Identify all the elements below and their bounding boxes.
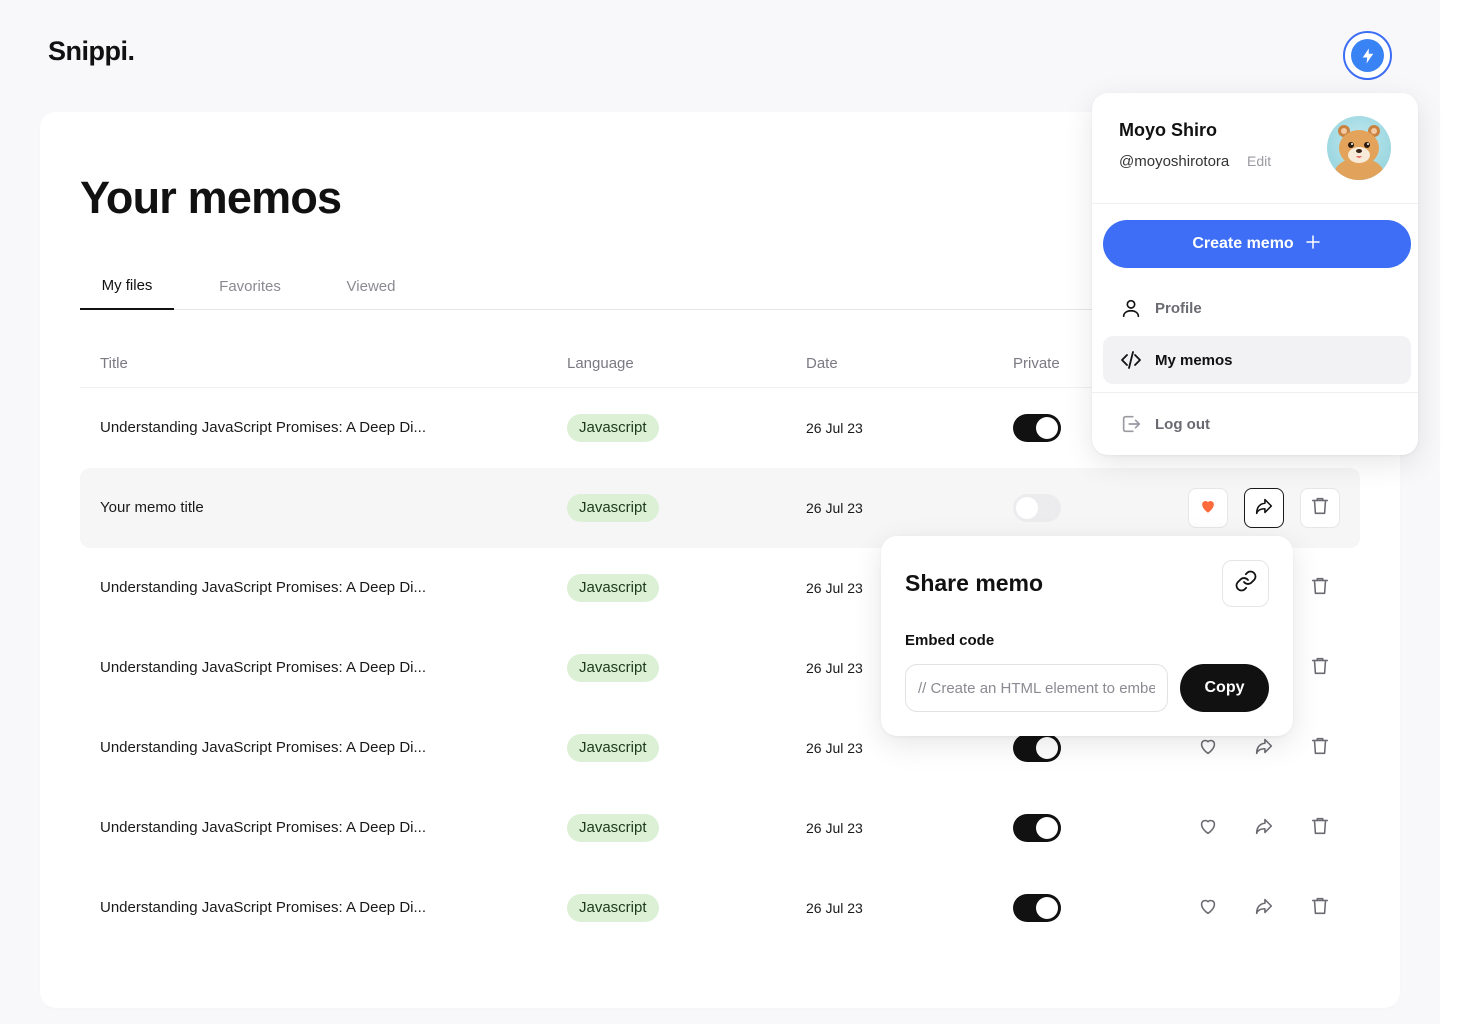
tab-viewed[interactable]: Viewed	[326, 262, 416, 310]
toggle-knob	[1036, 737, 1058, 759]
lightning-icon	[1351, 39, 1384, 72]
column-header-date[interactable]: Date	[806, 340, 838, 388]
memo-date: 26 Jul 23	[806, 660, 863, 676]
toggle-knob	[1036, 817, 1058, 839]
dropdown-divider	[1092, 392, 1418, 393]
memo-title[interactable]: Understanding JavaScript Promises: A Dee…	[100, 548, 426, 628]
share-icon	[1253, 735, 1275, 762]
column-header-private[interactable]: Private	[1013, 340, 1060, 388]
logout-icon	[1119, 412, 1143, 436]
private-toggle[interactable]	[1013, 734, 1061, 762]
trash-icon	[1309, 815, 1331, 842]
memo-title[interactable]: Understanding JavaScript Promises: A Dee…	[100, 868, 426, 948]
memo-date: 26 Jul 23	[806, 500, 863, 516]
delete-button[interactable]	[1300, 728, 1340, 768]
toggle-knob	[1016, 497, 1038, 519]
memo-date: 26 Jul 23	[806, 900, 863, 916]
heart-icon	[1197, 895, 1219, 922]
share-button[interactable]	[1244, 488, 1284, 528]
share-button[interactable]	[1244, 888, 1284, 928]
row-actions	[1188, 808, 1360, 848]
like-button[interactable]	[1188, 488, 1228, 528]
private-toggle[interactable]	[1013, 494, 1061, 522]
link-icon	[1234, 569, 1258, 598]
copy-button[interactable]: Copy	[1180, 664, 1269, 712]
delete-button[interactable]	[1300, 808, 1340, 848]
page-title: Your memos	[80, 172, 342, 223]
trash-icon	[1309, 895, 1331, 922]
profile-name: Moyo Shiro	[1119, 120, 1217, 140]
toggle-knob	[1036, 897, 1058, 919]
delete-button[interactable]	[1300, 568, 1340, 608]
tab-my-files[interactable]: My files	[80, 262, 174, 310]
language-badge: Javascript	[567, 414, 659, 442]
copy-link-button[interactable]	[1222, 560, 1269, 607]
memo-title[interactable]: Your memo title	[100, 468, 204, 548]
embed-code-label: Embed code	[905, 632, 995, 649]
language-badge: Javascript	[567, 574, 659, 602]
plus-icon	[1304, 233, 1322, 256]
memo-title[interactable]: Understanding JavaScript Promises: A Dee…	[100, 628, 426, 708]
memo-title[interactable]: Understanding JavaScript Promises: A Dee…	[100, 388, 426, 468]
edit-profile-link[interactable]: Edit	[1247, 153, 1271, 169]
row-actions	[1188, 888, 1360, 928]
table-row[interactable]: Understanding JavaScript Promises: A Dee…	[80, 868, 1360, 948]
dropdown-divider	[1092, 203, 1418, 204]
language-badge: Javascript	[567, 814, 659, 842]
delete-button[interactable]	[1300, 488, 1340, 528]
like-button[interactable]	[1188, 888, 1228, 928]
create-memo-label: Create memo	[1192, 235, 1294, 252]
language-badge: Javascript	[567, 494, 659, 522]
memo-date: 26 Jul 23	[806, 580, 863, 596]
delete-button[interactable]	[1300, 648, 1340, 688]
menu-item-label: Log out	[1155, 415, 1210, 433]
profile-avatar[interactable]	[1327, 116, 1391, 180]
account-avatar-button[interactable]	[1343, 31, 1392, 80]
memo-title[interactable]: Understanding JavaScript Promises: A Dee…	[100, 788, 426, 868]
tab-favorites[interactable]: Favorites	[202, 262, 298, 310]
trash-icon	[1309, 735, 1331, 762]
toggle-knob	[1036, 417, 1058, 439]
private-toggle[interactable]	[1013, 414, 1061, 442]
heart-icon	[1198, 496, 1218, 521]
share-popup-title: Share memo	[905, 570, 1044, 596]
memo-date: 26 Jul 23	[806, 740, 863, 756]
heart-icon	[1197, 735, 1219, 762]
profile-handle: @moyoshirotora	[1119, 153, 1230, 170]
profile-dropdown: Moyo Shiro @moyoshirotora Edit Create me…	[1092, 93, 1418, 455]
menu-item-log-out[interactable]: Log out	[1103, 400, 1411, 448]
trash-icon	[1309, 575, 1331, 602]
share-icon	[1253, 895, 1275, 922]
table-row[interactable]: Understanding JavaScript Promises: A Dee…	[80, 788, 1360, 868]
language-badge: Javascript	[567, 734, 659, 762]
share-icon	[1253, 815, 1275, 842]
memo-date: 26 Jul 23	[806, 420, 863, 436]
menu-item-my-memos[interactable]: My memos	[1103, 336, 1411, 384]
memo-title[interactable]: Understanding JavaScript Promises: A Dee…	[100, 708, 426, 788]
language-badge: Javascript	[567, 894, 659, 922]
share-button[interactable]	[1244, 808, 1284, 848]
like-button[interactable]	[1188, 808, 1228, 848]
trash-icon	[1309, 495, 1331, 522]
embed-code-input[interactable]	[905, 664, 1168, 712]
app-logo[interactable]: Snippi.	[48, 36, 135, 67]
create-memo-button[interactable]: Create memo	[1103, 220, 1411, 268]
memo-date: 26 Jul 23	[806, 820, 863, 836]
column-header-title[interactable]: Title	[100, 340, 128, 388]
user-icon	[1119, 296, 1143, 320]
private-toggle[interactable]	[1013, 894, 1061, 922]
menu-item-label: Profile	[1155, 299, 1202, 317]
menu-item-label: My memos	[1155, 351, 1233, 369]
code-icon	[1119, 348, 1143, 372]
column-header-language[interactable]: Language	[567, 340, 634, 388]
language-badge: Javascript	[567, 654, 659, 682]
row-actions	[1188, 488, 1360, 528]
heart-icon	[1197, 815, 1219, 842]
private-toggle[interactable]	[1013, 814, 1061, 842]
trash-icon	[1309, 655, 1331, 682]
share-icon	[1253, 495, 1275, 522]
menu-item-profile[interactable]: Profile	[1103, 284, 1411, 332]
delete-button[interactable]	[1300, 888, 1340, 928]
share-memo-popup: Share memo Embed code Copy	[881, 536, 1293, 736]
